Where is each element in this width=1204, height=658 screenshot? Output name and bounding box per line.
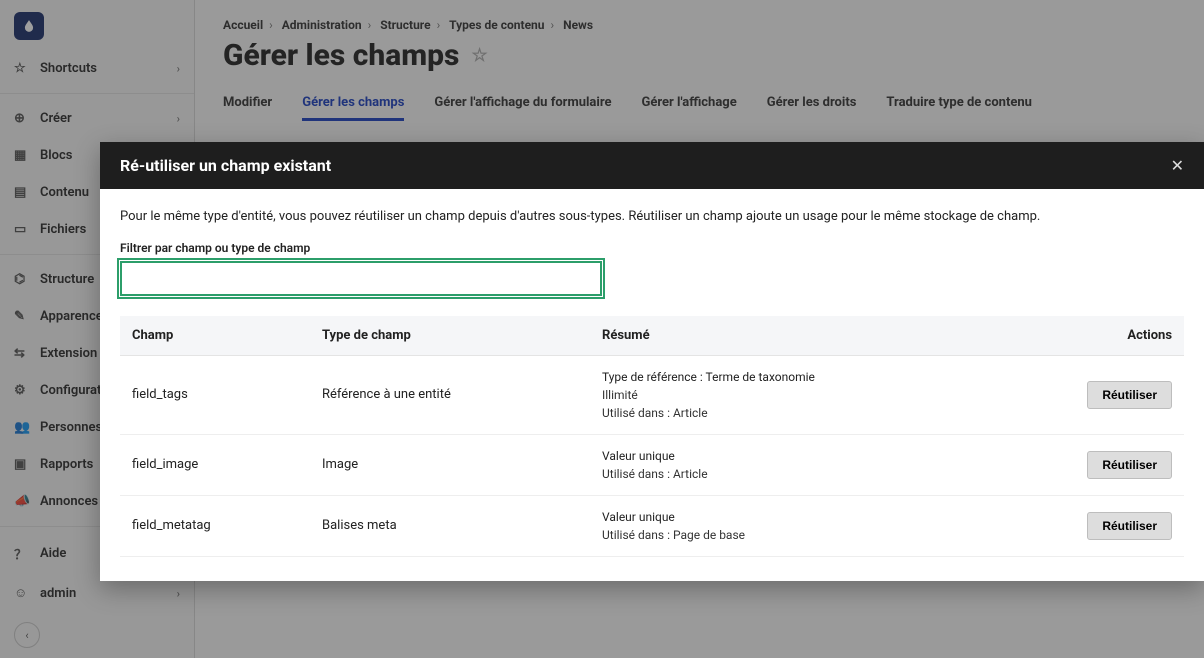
fields-table: Champ Type de champ Résumé Actions field… xyxy=(120,316,1184,557)
table-row: field_tags Référence à une entité Type d… xyxy=(120,355,1184,434)
cell-summary: Valeur unique Utilisé dans : Page de bas… xyxy=(590,495,1034,556)
table-row: field_image Image Valeur unique Utilisé … xyxy=(120,434,1184,495)
reuse-field-modal: Ré-utiliser un champ existant ✕ Pour le … xyxy=(100,142,1204,581)
cell-field: field_metatag xyxy=(120,495,310,556)
modal-description: Pour le même type d'entité, vous pouvez … xyxy=(120,207,1184,227)
cell-summary: Valeur unique Utilisé dans : Article xyxy=(590,434,1034,495)
cell-field: field_tags xyxy=(120,355,310,434)
table-row: field_metatag Balises meta Valeur unique… xyxy=(120,495,1184,556)
cell-type: Balises meta xyxy=(310,495,590,556)
cell-field: field_image xyxy=(120,434,310,495)
col-field: Champ xyxy=(120,316,310,356)
col-actions: Actions xyxy=(1034,316,1184,356)
reuse-button[interactable]: Réutiliser xyxy=(1087,381,1172,409)
reuse-button[interactable]: Réutiliser xyxy=(1087,512,1172,540)
cell-type: Référence à une entité xyxy=(310,355,590,434)
cell-type: Image xyxy=(310,434,590,495)
close-icon[interactable]: ✕ xyxy=(1171,156,1184,175)
col-summary: Résumé xyxy=(590,316,1034,356)
cell-summary: Type de référence : Terme de taxonomie I… xyxy=(590,355,1034,434)
modal-header: Ré-utiliser un champ existant ✕ xyxy=(100,142,1204,189)
filter-label: Filtrer par champ ou type de champ xyxy=(120,241,1184,255)
reuse-button[interactable]: Réutiliser xyxy=(1087,451,1172,479)
col-type: Type de champ xyxy=(310,316,590,356)
modal-title: Ré-utiliser un champ existant xyxy=(120,156,331,175)
filter-input[interactable] xyxy=(120,261,602,296)
